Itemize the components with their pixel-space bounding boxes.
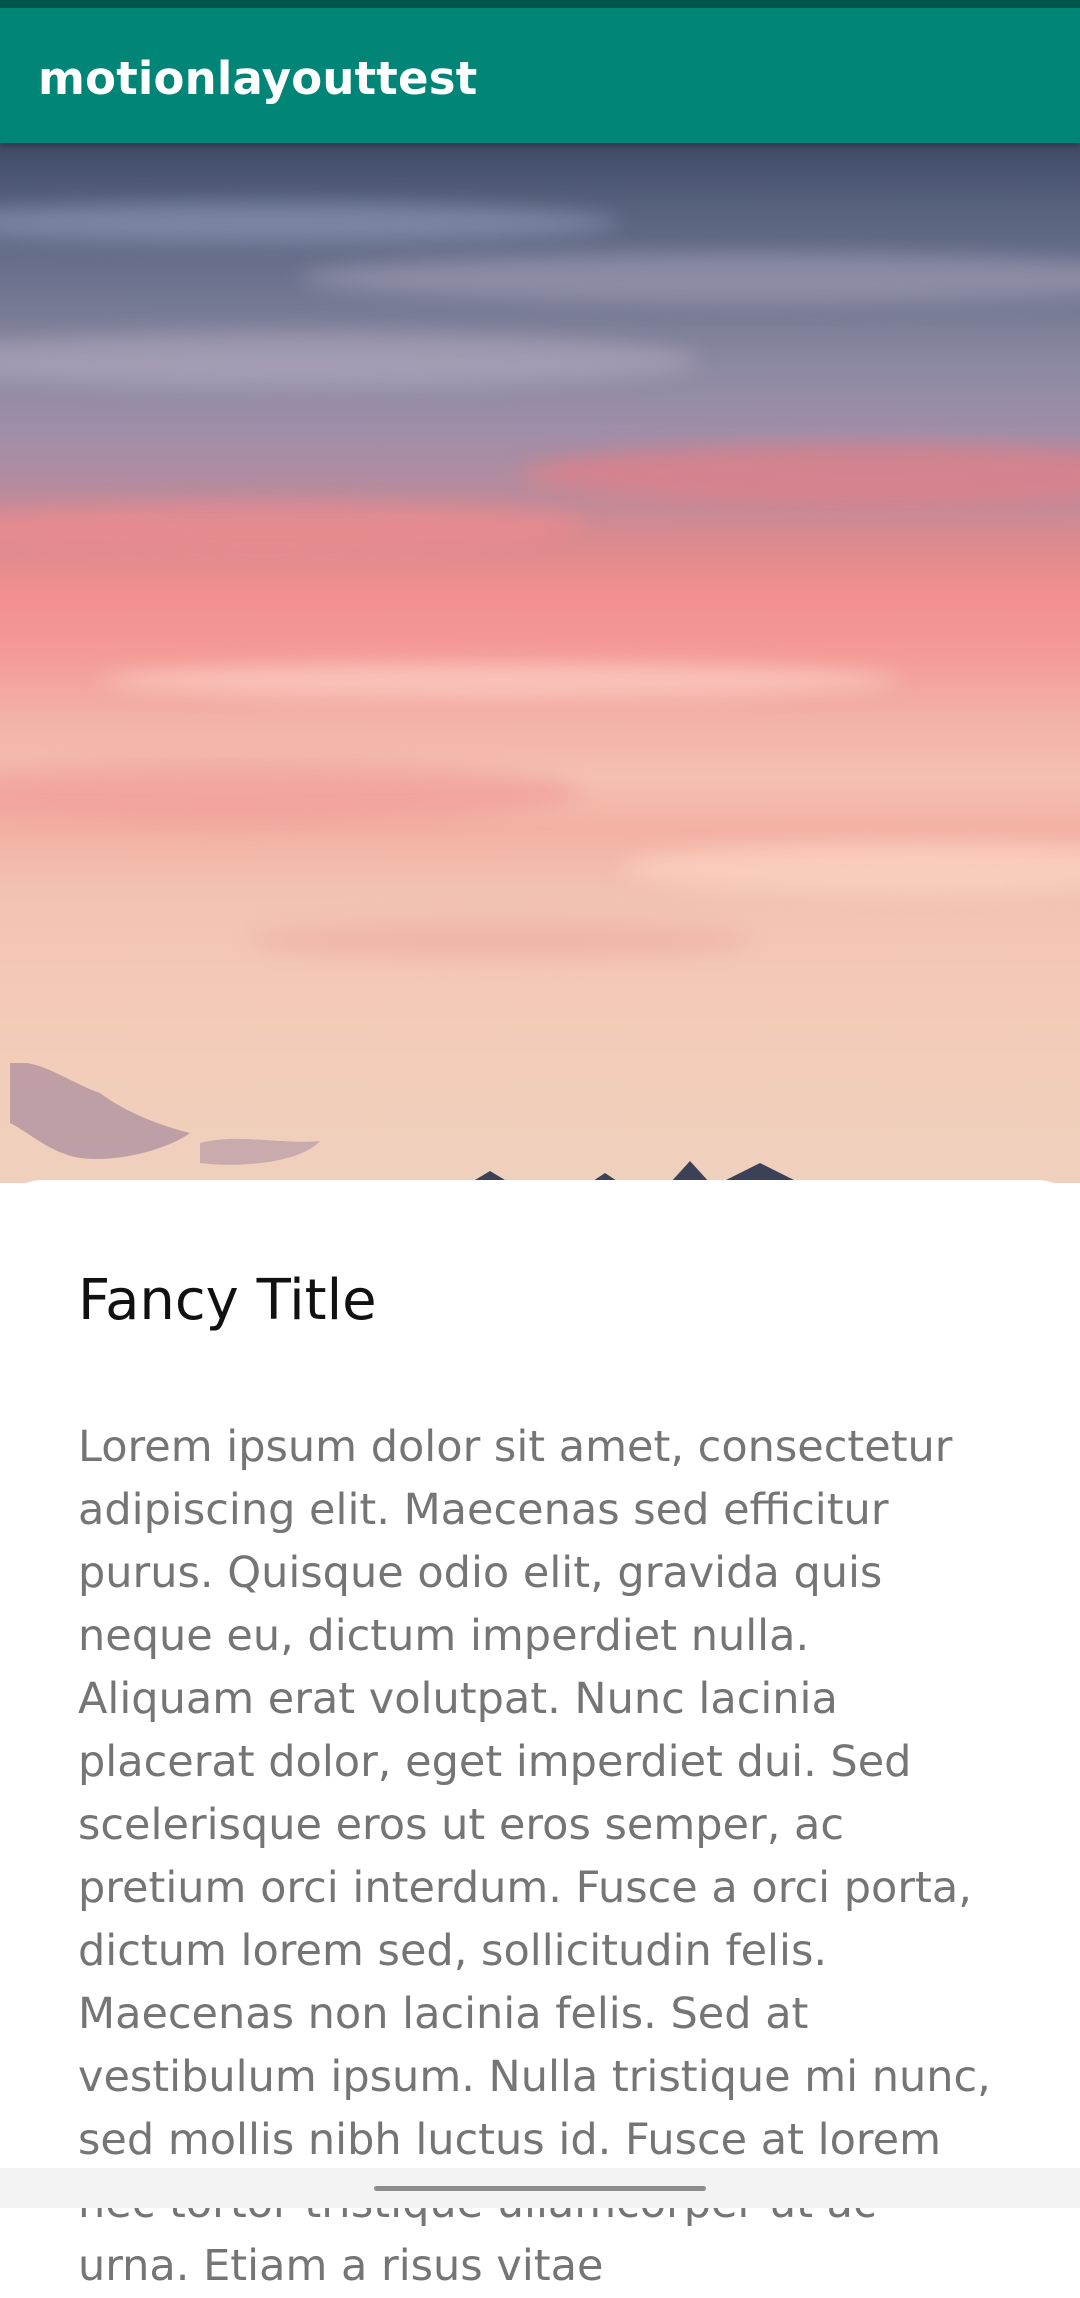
gesture-handle-icon[interactable] (374, 2186, 706, 2191)
navigation-bar (0, 2168, 1080, 2208)
hero-sunset-image (0, 143, 1080, 1183)
mountain-silhouette (10, 1063, 800, 1183)
content-body: Lorem ipsum dolor sit amet, consectetur … (78, 1422, 991, 2291)
app-title: motionlayouttest (38, 52, 478, 105)
app-bar: motionlayouttest (0, 8, 1080, 143)
content-sheet: Fancy Title Lorem ipsum dolor sit amet, … (0, 1180, 1080, 2291)
content-title: Fancy Title (78, 1268, 377, 1333)
status-bar (0, 0, 1080, 8)
